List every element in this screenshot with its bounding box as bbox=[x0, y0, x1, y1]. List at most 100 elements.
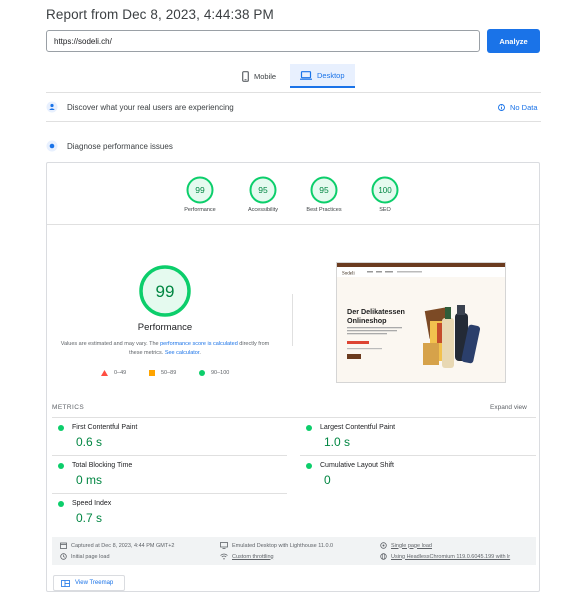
field-data-title: Discover what your real users are experi… bbox=[67, 102, 234, 112]
single-load-text[interactable]: Single page load bbox=[391, 543, 432, 549]
performance-note: Values are estimated and may vary. The p… bbox=[60, 340, 270, 358]
divider bbox=[46, 92, 541, 93]
browser-text: Using HeadlessChromium 119.0.6045.199 wi… bbox=[391, 553, 511, 560]
legend-label: 50–89 bbox=[161, 370, 177, 376]
no-data-label: No Data bbox=[510, 103, 538, 112]
metric-name: Largest Contentful Paint bbox=[320, 424, 396, 431]
throttling: Custom throttling bbox=[220, 553, 274, 560]
treemap-label: View Treemap bbox=[75, 580, 114, 586]
metric-value: 0.6 s bbox=[76, 435, 103, 449]
gauge-ring: 99 bbox=[186, 176, 214, 204]
note-text: . bbox=[199, 350, 201, 356]
page-screenshot: Sodeli Der Delikatessen Onlineshop bbox=[336, 262, 506, 383]
clock-icon bbox=[60, 553, 67, 560]
legend-label: 0–49 bbox=[114, 370, 127, 376]
browser-version: Using HeadlessChromium 119.0.6045.199 wi… bbox=[380, 553, 510, 560]
gauge-ring: 95 bbox=[249, 176, 277, 204]
tab-desktop[interactable]: Desktop bbox=[290, 64, 355, 88]
monitor-icon bbox=[220, 542, 228, 549]
divider bbox=[47, 224, 539, 225]
triangle-icon bbox=[101, 370, 108, 376]
divider bbox=[300, 455, 536, 456]
legend-label: 90–100 bbox=[211, 370, 230, 376]
pass-indicator bbox=[58, 462, 64, 469]
metric-name: Cumulative Layout Shift bbox=[320, 462, 394, 469]
circle-icon bbox=[199, 370, 205, 376]
globe-icon bbox=[380, 553, 387, 560]
tab-mobile-label: Mobile bbox=[254, 71, 277, 81]
emulated-device: Emulated Desktop with Lighthouse 11.0.0 bbox=[220, 542, 333, 549]
no-data-status: No Data bbox=[498, 103, 538, 112]
tab-desktop-label: Desktop bbox=[317, 70, 345, 80]
gauge-label: Accessibility bbox=[248, 207, 278, 213]
metric-tbt: Total Blocking Time 0 ms bbox=[58, 462, 278, 487]
site-heading-1: Der Delikatessen bbox=[347, 307, 405, 316]
users-icon bbox=[46, 101, 58, 113]
see-calculator-link[interactable]: See calculator bbox=[165, 350, 200, 356]
vertical-divider bbox=[292, 294, 293, 346]
metric-fcp: First Contentful Paint 0.6 s bbox=[58, 424, 278, 449]
expand-view-toggle[interactable]: Expand view bbox=[490, 404, 527, 411]
throttling-text[interactable]: Custom throttling bbox=[232, 554, 274, 560]
metric-name: Speed Index bbox=[72, 500, 112, 507]
metric-lcp: Largest Contentful Paint 1.0 s bbox=[306, 424, 526, 449]
gauge-score: 99 bbox=[195, 185, 205, 195]
performance-label: Performance bbox=[137, 322, 193, 333]
gauge-ring: 100 bbox=[371, 176, 399, 204]
metric-name: Total Blocking Time bbox=[72, 462, 133, 469]
score-gauge-seo[interactable]: 100 SEO bbox=[355, 175, 415, 213]
calendar-icon bbox=[60, 542, 67, 549]
report-title: Report from Dec 8, 2023, 4:44:38 PM bbox=[46, 7, 274, 22]
diagnose-header[interactable]: Diagnose performance issues bbox=[46, 140, 173, 152]
metric-value: 0 bbox=[324, 473, 331, 487]
diagnose-title: Diagnose performance issues bbox=[67, 141, 173, 151]
wifi-icon bbox=[220, 553, 228, 560]
site-heading-2: Onlineshop bbox=[347, 316, 387, 325]
metric-value: 1.0 s bbox=[324, 435, 351, 449]
single-page-load: Single page load bbox=[380, 542, 432, 549]
legend-average: 50–89 bbox=[149, 370, 176, 376]
captured-at: Captured at Dec 8, 2023, 4:44 PM GMT+2 bbox=[60, 542, 175, 549]
metric-si: Speed Index 0.7 s bbox=[58, 500, 278, 525]
lab-icon bbox=[46, 140, 58, 152]
runtime-settings: Captured at Dec 8, 2023, 4:44 PM GMT+2 E… bbox=[52, 537, 536, 565]
treemap-icon bbox=[61, 579, 70, 587]
note-text: Values are estimated and may vary. The bbox=[60, 341, 161, 347]
laptop-icon bbox=[300, 70, 312, 80]
field-data-header[interactable]: Discover what your real users are experi… bbox=[46, 101, 234, 113]
gauge-ring: 95 bbox=[310, 176, 338, 204]
score-gauge-accessibility[interactable]: 95 Accessibility bbox=[233, 175, 293, 213]
site-logo: Sodeli bbox=[342, 272, 355, 277]
pass-indicator bbox=[58, 424, 64, 431]
url-input[interactable] bbox=[46, 30, 480, 52]
initial-load-text: Initial page load bbox=[71, 553, 110, 560]
gauge-label: Best Practices bbox=[306, 207, 342, 213]
tab-mobile[interactable]: Mobile bbox=[242, 64, 276, 88]
gauge-score: 95 bbox=[258, 185, 268, 195]
performance-gauge: 99 bbox=[139, 265, 191, 317]
gauge-label: SEO bbox=[379, 207, 391, 213]
analyze-button[interactable]: Analyze bbox=[487, 29, 540, 53]
load-icon bbox=[380, 542, 387, 549]
metric-cls: Cumulative Layout Shift 0 bbox=[306, 462, 526, 487]
score-gauge-performance[interactable]: 99 Performance bbox=[170, 175, 230, 213]
pass-indicator bbox=[306, 462, 312, 469]
divider bbox=[46, 121, 541, 122]
divider bbox=[52, 455, 287, 456]
score-gauge-best-practices[interactable]: 95 Best Practices bbox=[294, 175, 354, 213]
emulated-text: Emulated Desktop with Lighthouse 11.0.0 bbox=[232, 542, 334, 549]
metric-value: 0 ms bbox=[76, 473, 103, 487]
divider bbox=[52, 417, 536, 418]
info-icon bbox=[498, 104, 505, 111]
gauge-label: Performance bbox=[184, 207, 216, 213]
phone-icon bbox=[242, 70, 249, 82]
gauge-score: 95 bbox=[319, 185, 329, 195]
performance-score: 99 bbox=[156, 282, 175, 301]
metrics-title: METRICS bbox=[52, 404, 85, 411]
score-calculation-link[interactable]: performance score is calculated bbox=[160, 341, 238, 347]
metric-value: 0.7 s bbox=[76, 511, 103, 525]
site-preview-graphic: Sodeli Der Delikatessen Onlineshop bbox=[337, 263, 505, 368]
view-treemap-button[interactable]: View Treemap bbox=[53, 575, 125, 591]
metric-name: First Contentful Paint bbox=[72, 424, 138, 431]
legend-fail: 0–49 bbox=[101, 370, 126, 376]
